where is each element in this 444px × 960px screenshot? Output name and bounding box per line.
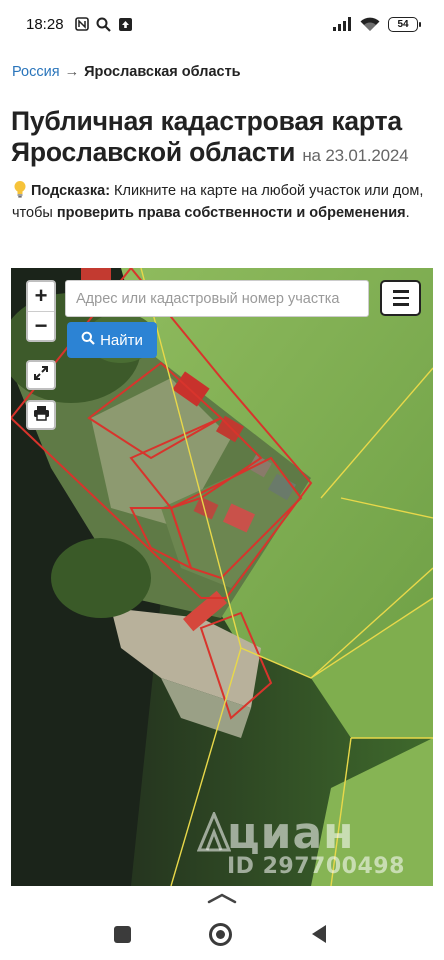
- hint-label: Подсказка:: [31, 183, 111, 199]
- upload-icon: [118, 16, 134, 32]
- page-title: Публичная кадастровая карта Ярославской …: [11, 106, 439, 171]
- page-title-date: на 23.01.2024: [302, 146, 409, 165]
- satellite-imagery: [11, 268, 433, 886]
- cian-logo-icon: [197, 812, 231, 852]
- status-time: 18:28: [26, 15, 64, 33]
- expand-icon: [33, 365, 49, 386]
- breadcrumb: Россия → Ярославская область: [12, 64, 241, 80]
- fullscreen-button[interactable]: [26, 360, 56, 390]
- recents-icon[interactable]: [114, 926, 131, 943]
- cadastral-map[interactable]: + − Найти циан ID 297700498: [11, 268, 433, 886]
- find-button-label: Найти: [100, 331, 143, 349]
- system-nav-bar: [0, 886, 444, 960]
- watermark-id: ID 297700498: [227, 854, 405, 879]
- printer-icon: [33, 405, 50, 426]
- lightbulb-icon: [12, 180, 28, 198]
- zoom-in-button[interactable]: +: [28, 282, 54, 311]
- hint-end: .: [405, 205, 410, 221]
- back-icon[interactable]: [310, 924, 328, 944]
- zoom-controls: + −: [26, 280, 56, 342]
- print-button[interactable]: [26, 400, 56, 430]
- address-search-input[interactable]: [65, 280, 369, 317]
- search-icon: [81, 331, 95, 349]
- wifi-icon: [360, 16, 380, 32]
- home-icon[interactable]: [209, 923, 232, 946]
- signal-icon: [332, 16, 352, 32]
- find-button[interactable]: Найти: [67, 322, 157, 358]
- status-bar: 18:28 54: [0, 0, 444, 48]
- battery-icon: 54: [388, 16, 421, 32]
- chevron-up-icon[interactable]: [207, 892, 237, 904]
- watermark-brand: циан: [227, 808, 355, 859]
- search-icon: [96, 16, 112, 32]
- breadcrumb-separator: →: [64, 64, 80, 80]
- breadcrumb-link-russia[interactable]: Россия: [12, 64, 60, 80]
- hint-text: Подсказка: Кликните на карте на любой уч…: [12, 180, 436, 224]
- breadcrumb-current: Ярославская область: [84, 64, 241, 80]
- hint-bold: проверить права собственности и обремене…: [56, 205, 406, 221]
- zoom-out-button[interactable]: −: [28, 310, 54, 340]
- nfc-icon: [74, 16, 90, 32]
- hamburger-icon: [392, 290, 409, 293]
- layers-menu-button[interactable]: [380, 280, 421, 316]
